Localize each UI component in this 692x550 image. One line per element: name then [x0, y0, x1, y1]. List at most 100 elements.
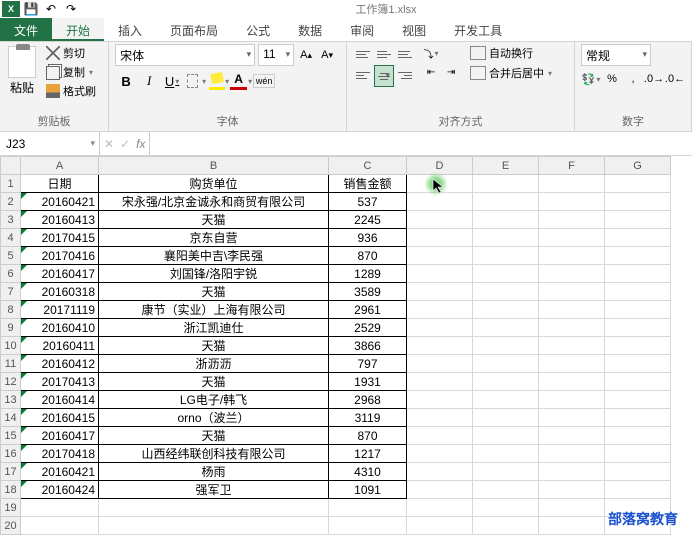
cell[interactable] — [473, 319, 539, 337]
cell[interactable] — [539, 499, 605, 517]
cell[interactable]: 870 — [329, 427, 407, 445]
cell[interactable]: 936 — [329, 229, 407, 247]
cell[interactable] — [605, 463, 671, 481]
row-header[interactable]: 8 — [1, 301, 21, 319]
cell[interactable] — [473, 481, 539, 499]
cell[interactable]: 870 — [329, 247, 407, 265]
col-header-C[interactable]: C — [329, 157, 407, 175]
cell[interactable]: 1289 — [329, 265, 407, 283]
cell[interactable] — [99, 517, 329, 535]
cell[interactable] — [605, 373, 671, 391]
col-header-G[interactable]: G — [605, 157, 671, 175]
cell[interactable] — [21, 499, 99, 517]
align-middle-button[interactable] — [374, 44, 394, 64]
cell[interactable] — [407, 499, 473, 517]
cell[interactable]: 20160414 — [21, 391, 99, 409]
currency-button[interactable]: 💱▾ — [581, 69, 601, 89]
cell[interactable] — [539, 175, 605, 193]
cell[interactable] — [329, 517, 407, 535]
merge-center-button[interactable]: 合并后居中▾ — [467, 64, 555, 82]
number-format-select[interactable]: 常规 — [581, 44, 651, 66]
copy-button[interactable]: 复制▾ — [44, 63, 98, 81]
cell[interactable] — [407, 409, 473, 427]
cell[interactable] — [407, 229, 473, 247]
cell[interactable]: 2961 — [329, 301, 407, 319]
cell[interactable] — [605, 229, 671, 247]
row-header[interactable]: 10 — [1, 337, 21, 355]
align-bottom-button[interactable] — [395, 44, 415, 64]
cell[interactable]: 20160411 — [21, 337, 99, 355]
cell[interactable] — [539, 265, 605, 283]
cell[interactable] — [473, 283, 539, 301]
cell[interactable]: 20160318 — [21, 283, 99, 301]
cell[interactable]: 3589 — [329, 283, 407, 301]
align-left-button[interactable] — [353, 65, 373, 85]
cell[interactable] — [407, 517, 473, 535]
cell[interactable] — [605, 301, 671, 319]
cell[interactable] — [473, 175, 539, 193]
cell[interactable]: 天猫 — [99, 211, 329, 229]
cell[interactable] — [407, 481, 473, 499]
cell[interactable] — [605, 337, 671, 355]
enter-formula-button[interactable]: ✓ — [120, 137, 130, 151]
cell[interactable] — [407, 247, 473, 265]
row-header[interactable]: 12 — [1, 373, 21, 391]
cell[interactable]: 20160424 — [21, 481, 99, 499]
phonetic-button[interactable]: wén — [253, 74, 275, 88]
redo-icon[interactable]: ↷ — [62, 1, 80, 17]
cell[interactable]: 20171119 — [21, 301, 99, 319]
cut-button[interactable]: 剪切 — [44, 44, 98, 62]
formula-bar[interactable] — [150, 132, 692, 155]
cell[interactable] — [605, 193, 671, 211]
cell[interactable] — [473, 211, 539, 229]
row-header[interactable]: 18 — [1, 481, 21, 499]
cell[interactable]: 襄阳美中吉\李民强 — [99, 247, 329, 265]
row-header[interactable]: 19 — [1, 499, 21, 517]
tab-formula[interactable]: 公式 — [232, 18, 284, 41]
cell[interactable]: 山西经纬联创科技有限公司 — [99, 445, 329, 463]
cell[interactable]: 1091 — [329, 481, 407, 499]
cell[interactable] — [407, 193, 473, 211]
row-header[interactable]: 15 — [1, 427, 21, 445]
align-center-button[interactable] — [374, 65, 394, 87]
cell[interactable]: 3119 — [329, 409, 407, 427]
row-header[interactable]: 4 — [1, 229, 21, 247]
col-header-B[interactable]: B — [99, 157, 329, 175]
tab-layout[interactable]: 页面布局 — [156, 18, 232, 41]
row-header[interactable]: 6 — [1, 265, 21, 283]
cell[interactable]: 康节（实业）上海有限公司 — [99, 301, 329, 319]
cell[interactable] — [539, 247, 605, 265]
fx-button[interactable]: fx — [136, 137, 145, 151]
tab-insert[interactable]: 插入 — [104, 18, 156, 41]
cell[interactable]: 20160410 — [21, 319, 99, 337]
cancel-formula-button[interactable]: ✕ — [104, 137, 114, 151]
cell[interactable] — [605, 481, 671, 499]
cell[interactable] — [473, 499, 539, 517]
cell[interactable] — [473, 409, 539, 427]
select-all-corner[interactable] — [1, 157, 21, 175]
tab-home[interactable]: 开始 — [52, 18, 104, 41]
cell[interactable] — [407, 373, 473, 391]
cell[interactable] — [539, 481, 605, 499]
format-painter-button[interactable]: 格式刷 — [44, 82, 98, 100]
cell[interactable]: 京东自营 — [99, 229, 329, 247]
cell[interactable]: 宋永强/北京金诚永和商贸有限公司 — [99, 193, 329, 211]
cell[interactable]: 天猫 — [99, 373, 329, 391]
align-right-button[interactable] — [395, 65, 415, 85]
cell[interactable] — [605, 211, 671, 229]
cell[interactable]: 20160413 — [21, 211, 99, 229]
wrap-text-button[interactable]: 自动换行 — [467, 44, 555, 62]
cell[interactable]: 天猫 — [99, 427, 329, 445]
cell[interactable]: 强军卫 — [99, 481, 329, 499]
row-header[interactable]: 3 — [1, 211, 21, 229]
tab-dev[interactable]: 开发工具 — [440, 18, 516, 41]
cell[interactable] — [473, 517, 539, 535]
decrease-decimal-button[interactable]: .0← — [665, 69, 685, 89]
cell[interactable] — [473, 229, 539, 247]
cell[interactable] — [407, 211, 473, 229]
underline-button[interactable]: U▾ — [161, 70, 183, 92]
cell[interactable] — [539, 319, 605, 337]
cell[interactable]: 浙江凯迪仕 — [99, 319, 329, 337]
col-header-A[interactable]: A — [21, 157, 99, 175]
paste-button[interactable]: 粘贴 — [6, 44, 38, 98]
